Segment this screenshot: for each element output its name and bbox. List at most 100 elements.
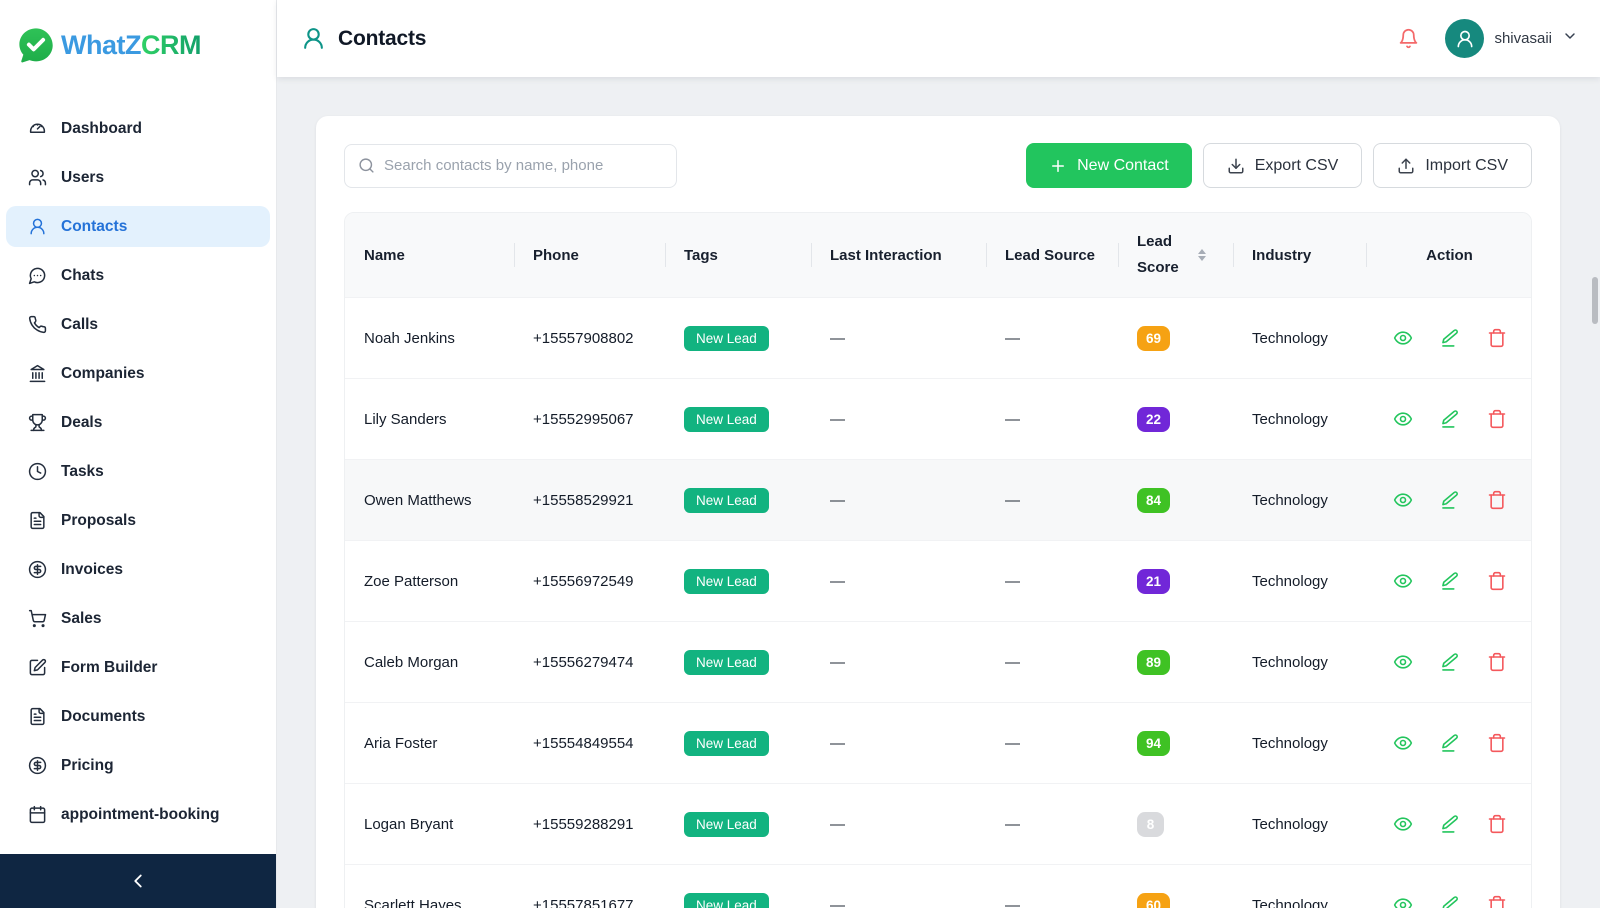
delete-button[interactable] [1487,328,1507,348]
delete-button[interactable] [1487,733,1507,753]
edit-button[interactable] [1440,895,1460,908]
download-icon [1228,158,1244,173]
sidebar-item-label: Proposals [61,511,136,529]
pencil-icon [1441,815,1458,833]
trash-icon [1488,409,1505,429]
edit-button[interactable] [1440,733,1460,753]
eye-icon [1393,331,1412,345]
sidebar-item-form-builder[interactable]: Form Builder [6,647,270,688]
contact-last-interaction: — [830,896,845,908]
delete-button[interactable] [1487,814,1507,834]
sidebar-item-chats[interactable]: Chats [6,255,270,296]
edit-button[interactable] [1440,571,1460,591]
sidebar-item-pricing[interactable]: Pricing [6,745,270,786]
calendar-icon [29,805,46,824]
view-button[interactable] [1393,409,1413,429]
users-icon [28,169,47,186]
contact-name: Noah Jenkins [364,329,455,347]
view-button[interactable] [1393,895,1413,908]
pencil-icon [1441,734,1458,752]
contact-tags: New Lead [665,622,811,702]
import-csv-button[interactable]: Import CSV [1373,143,1532,188]
lead-score-badge: 84 [1137,487,1171,513]
sidebar-item-companies[interactable]: Companies [6,353,270,394]
sidebar-item-label: Form Builder [61,658,158,676]
edit-square-icon [29,658,47,676]
sidebar-item-label: appointment-booking [61,805,220,823]
view-button[interactable] [1393,328,1413,348]
sidebar-item-calls[interactable]: Calls [6,304,270,345]
delete-button[interactable] [1487,490,1507,510]
phone-icon [28,315,47,334]
scrollbar-thumb[interactable] [1592,277,1598,324]
sidebar-item-label: Documents [61,707,146,725]
contact-tags: New Lead [665,298,811,378]
contact-lead-source: — [1005,329,1020,347]
dollar-icon [28,756,47,775]
chevron-left-icon [134,874,142,888]
edit-button[interactable] [1440,409,1460,429]
sidebar-item-dashboard[interactable]: Dashboard [6,108,270,149]
delete-button[interactable] [1487,409,1507,429]
sidebar-item-deals[interactable]: Deals [6,402,270,443]
sidebar-item-users[interactable]: Users [6,157,270,198]
sidebar-item-sales[interactable]: Sales [6,598,270,639]
lead-score-badge: 8 [1137,811,1164,837]
user-menu[interactable]: shivasaii [1445,19,1578,58]
column-header-label: Lead Source [1005,246,1096,264]
delete-button[interactable] [1487,895,1507,908]
trash-icon [1488,733,1505,753]
sidebar-item-documents[interactable]: Documents [6,696,270,737]
edit-button[interactable] [1440,814,1460,834]
search-icon [359,158,374,173]
contact-lead-score: 60 [1118,865,1233,908]
cart-icon [28,609,47,628]
sidebar-nav: Dashboard Users Contacts Chats Calls Companie… [0,108,276,854]
search-input[interactable] [384,157,663,174]
sidebar-item-appointment-booking[interactable]: appointment-booking [6,794,270,835]
eye-icon [1393,736,1412,750]
contacts-toolbar: New Contact Export CSV Import CSV [344,143,1532,188]
contact-phone: +15556972549 [533,572,634,590]
whatsapp-check-icon [19,28,53,63]
eye-icon [1393,817,1412,831]
column-header-last-interaction: Last Interaction [811,213,986,297]
edit-button[interactable] [1440,328,1460,348]
delete-button[interactable] [1487,571,1507,591]
sidebar-item-label: Calls [61,315,99,333]
view-button[interactable] [1393,490,1413,510]
trophy-icon [28,413,47,432]
sidebar-item-contacts[interactable]: Contacts [6,206,270,247]
eye-icon [1393,493,1412,507]
trash-icon [1488,652,1505,672]
contact-tags: New Lead [665,460,811,540]
sidebar-item-proposals[interactable]: Proposals [6,500,270,541]
notifications-button[interactable] [1398,28,1419,49]
sidebar-item-tasks[interactable]: Tasks [6,451,270,492]
sidebar-collapse-button[interactable] [0,854,276,908]
new-contact-button[interactable]: New Contact [1026,143,1192,188]
sidebar-item-invoices[interactable]: Invoices [6,549,270,590]
edit-button[interactable] [1440,490,1460,510]
contact-industry: Technology [1252,896,1328,908]
column-header-label: Industry [1252,246,1312,264]
contact-last-interaction: — [830,491,845,509]
view-button[interactable] [1393,652,1413,672]
edit-button[interactable] [1440,652,1460,672]
pencil-icon [1441,410,1458,428]
contact-lead-source: — [1005,410,1020,428]
sidebar-item-label: Tasks [61,462,104,480]
column-header-lead-score[interactable]: Lead Score [1118,213,1233,297]
bank-icon [29,364,46,383]
bell-icon [1400,28,1418,49]
view-button[interactable] [1393,733,1413,753]
brand-logo: WhatZ CRM [0,0,276,74]
delete-button[interactable] [1487,652,1507,672]
export-csv-button[interactable]: Export CSV [1202,143,1363,188]
view-button[interactable] [1393,814,1413,834]
contact-lead-score: 84 [1118,460,1233,540]
sort-icon[interactable] [1198,249,1206,261]
view-button[interactable] [1393,571,1413,591]
sidebar-item-label: Chats [61,266,105,284]
sidebar-item-label: Invoices [61,560,124,578]
